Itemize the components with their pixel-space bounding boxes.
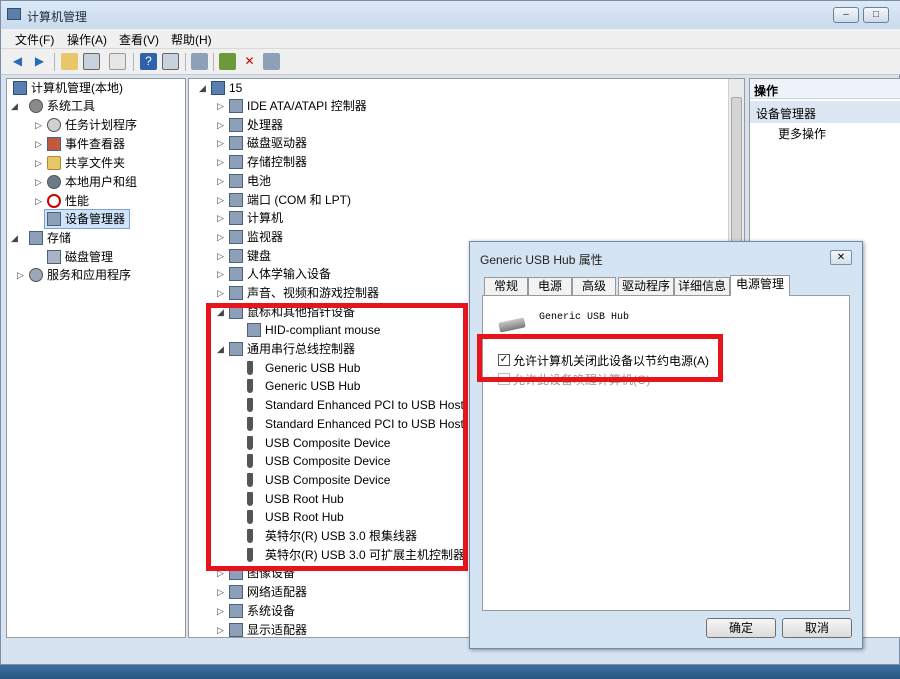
device-category-icon <box>229 267 243 281</box>
usb-plug-icon <box>498 317 526 333</box>
device-category-icon <box>229 99 243 113</box>
device-tree-root[interactable]: ◢ 15 <box>189 79 242 97</box>
device-category-icon <box>229 136 243 150</box>
device-category-icon <box>229 155 243 169</box>
device-category[interactable]: ▷ 电池 <box>189 172 271 190</box>
usb-hub-properties-dialog: Generic USB Hub 属性 ✕ 常规 电源 高级 驱动程序 详细信息 … <box>469 241 863 649</box>
device-category[interactable]: ▷ 计算机 <box>189 209 283 227</box>
device-category[interactable]: ▷ 显示适配器 <box>189 621 307 637</box>
menu-action[interactable]: 操作(A) <box>67 31 107 48</box>
highlight-box-power-option <box>477 334 723 382</box>
device-name-label: Generic USB Hub <box>539 312 630 323</box>
services-icon <box>29 268 43 282</box>
device-category[interactable]: ▷ 系统设备 <box>189 602 295 620</box>
highlight-box-usb <box>206 303 468 571</box>
menu-view[interactable]: 查看(V) <box>119 31 159 48</box>
uninstall-device-icon[interactable] <box>263 53 280 70</box>
shared-folder-icon <box>47 156 61 170</box>
event-viewer-icon <box>47 137 61 151</box>
tab-details[interactable]: 详细信息 <box>674 277 730 295</box>
tree-services[interactable]: ▷ 服务和应用程序 <box>7 266 131 284</box>
app-icon <box>7 8 21 20</box>
computer-icon <box>13 81 27 95</box>
show-tree-icon[interactable] <box>83 53 100 70</box>
device-category-icon <box>229 211 243 225</box>
device-category-icon <box>229 286 243 300</box>
tree-device-manager[interactable]: 设备管理器 <box>44 209 130 229</box>
scan-hardware-icon[interactable] <box>191 53 208 70</box>
back-arrow-icon[interactable]: ◀ <box>9 53 26 70</box>
action-pane-icon[interactable] <box>162 53 179 70</box>
device-category-icon <box>229 230 243 244</box>
tab-power-management[interactable]: 电源管理 <box>730 275 790 296</box>
tools-icon <box>29 99 43 113</box>
tab-general[interactable]: 常规 <box>484 277 528 295</box>
device-category[interactable]: ▷ IDE ATA/ATAPI 控制器 <box>189 97 367 115</box>
clock-icon <box>47 118 61 132</box>
menu-file[interactable]: 文件(F) <box>15 31 54 48</box>
device-category[interactable]: ▷ 人体学输入设备 <box>189 265 331 283</box>
tab-power[interactable]: 电源 <box>528 277 572 295</box>
device-category[interactable]: ▷ 监视器 <box>189 228 283 246</box>
disk-icon <box>47 250 61 264</box>
dialog-title: Generic USB Hub 属性 <box>480 253 603 267</box>
tree-shared-folders[interactable]: ▷ 共享文件夹 <box>7 154 125 172</box>
device-category[interactable]: ▷ 键盘 <box>189 247 271 265</box>
console-tree: 计算机管理(本地) ◢ 系统工具 ▷ 任务计划程序 ▷ 事件查看器 ▷ 共享文件… <box>6 78 186 638</box>
device-category-icon <box>229 623 243 637</box>
properties-icon[interactable] <box>109 53 126 70</box>
help-icon[interactable]: ? <box>140 53 157 70</box>
tree-system-tools[interactable]: ◢ 系统工具 <box>7 97 95 115</box>
tree-task-scheduler[interactable]: ▷ 任务计划程序 <box>7 116 137 134</box>
users-icon <box>47 175 61 189</box>
actions-section-device-manager[interactable]: 设备管理器 <box>750 101 900 123</box>
tree-local-users[interactable]: ▷ 本地用户和组 <box>7 173 137 191</box>
menu-help[interactable]: 帮助(H) <box>171 31 212 48</box>
device-category[interactable]: ▷ 网络适配器 <box>189 583 307 601</box>
title-bar[interactable]: 计算机管理 – □ <box>1 1 900 29</box>
device-category[interactable]: ▷ 声音、视频和游戏控制器 <box>189 284 379 302</box>
tree-root[interactable]: 计算机管理(本地) <box>9 79 123 97</box>
tab-driver[interactable]: 驱动程序 <box>618 277 674 295</box>
device-category[interactable]: ▷ 存储控制器 <box>189 153 307 171</box>
minimize-button[interactable]: – <box>833 7 859 23</box>
actions-header: 操作 <box>750 79 900 99</box>
disable-device-icon[interactable]: ✕ <box>241 53 258 70</box>
device-manager-icon <box>47 212 61 226</box>
device-category-icon <box>229 585 243 599</box>
forward-arrow-icon[interactable]: ▶ <box>31 53 48 70</box>
update-driver-icon[interactable] <box>219 53 236 70</box>
maximize-button[interactable]: □ <box>863 7 889 23</box>
up-folder-icon[interactable] <box>61 53 78 70</box>
tree-event-viewer[interactable]: ▷ 事件查看器 <box>7 135 125 153</box>
performance-icon <box>47 194 61 208</box>
device-category-icon <box>229 193 243 207</box>
device-category[interactable]: ▷ 磁盘驱动器 <box>189 134 307 152</box>
device-category-icon <box>229 604 243 618</box>
device-category[interactable]: ▷ 处理器 <box>189 116 283 134</box>
more-actions-link[interactable]: 更多操作 <box>778 125 826 142</box>
tree-storage[interactable]: ◢ 存储 <box>7 229 71 247</box>
dialog-close-button[interactable]: ✕ <box>830 250 852 265</box>
device-category-icon <box>229 118 243 132</box>
device-category-icon <box>229 174 243 188</box>
menu-bar: 文件(F) 操作(A) 查看(V) 帮助(H) <box>1 29 900 49</box>
tree-performance[interactable]: ▷ 性能 <box>7 192 89 210</box>
cancel-button[interactable]: 取消 <box>782 618 852 638</box>
storage-icon <box>29 231 43 245</box>
tree-disk-management[interactable]: 磁盘管理 <box>7 248 113 266</box>
ok-button[interactable]: 确定 <box>706 618 776 638</box>
window-title: 计算机管理 <box>27 10 88 24</box>
computer-icon <box>211 81 225 95</box>
tab-advanced[interactable]: 高级 <box>572 277 616 295</box>
taskbar-strip <box>0 665 900 679</box>
device-category-icon <box>229 249 243 263</box>
device-category[interactable]: ▷ 端口 (COM 和 LPT) <box>189 191 351 209</box>
toolbar: ◀ ▶ ? ✕ <box>1 49 900 75</box>
